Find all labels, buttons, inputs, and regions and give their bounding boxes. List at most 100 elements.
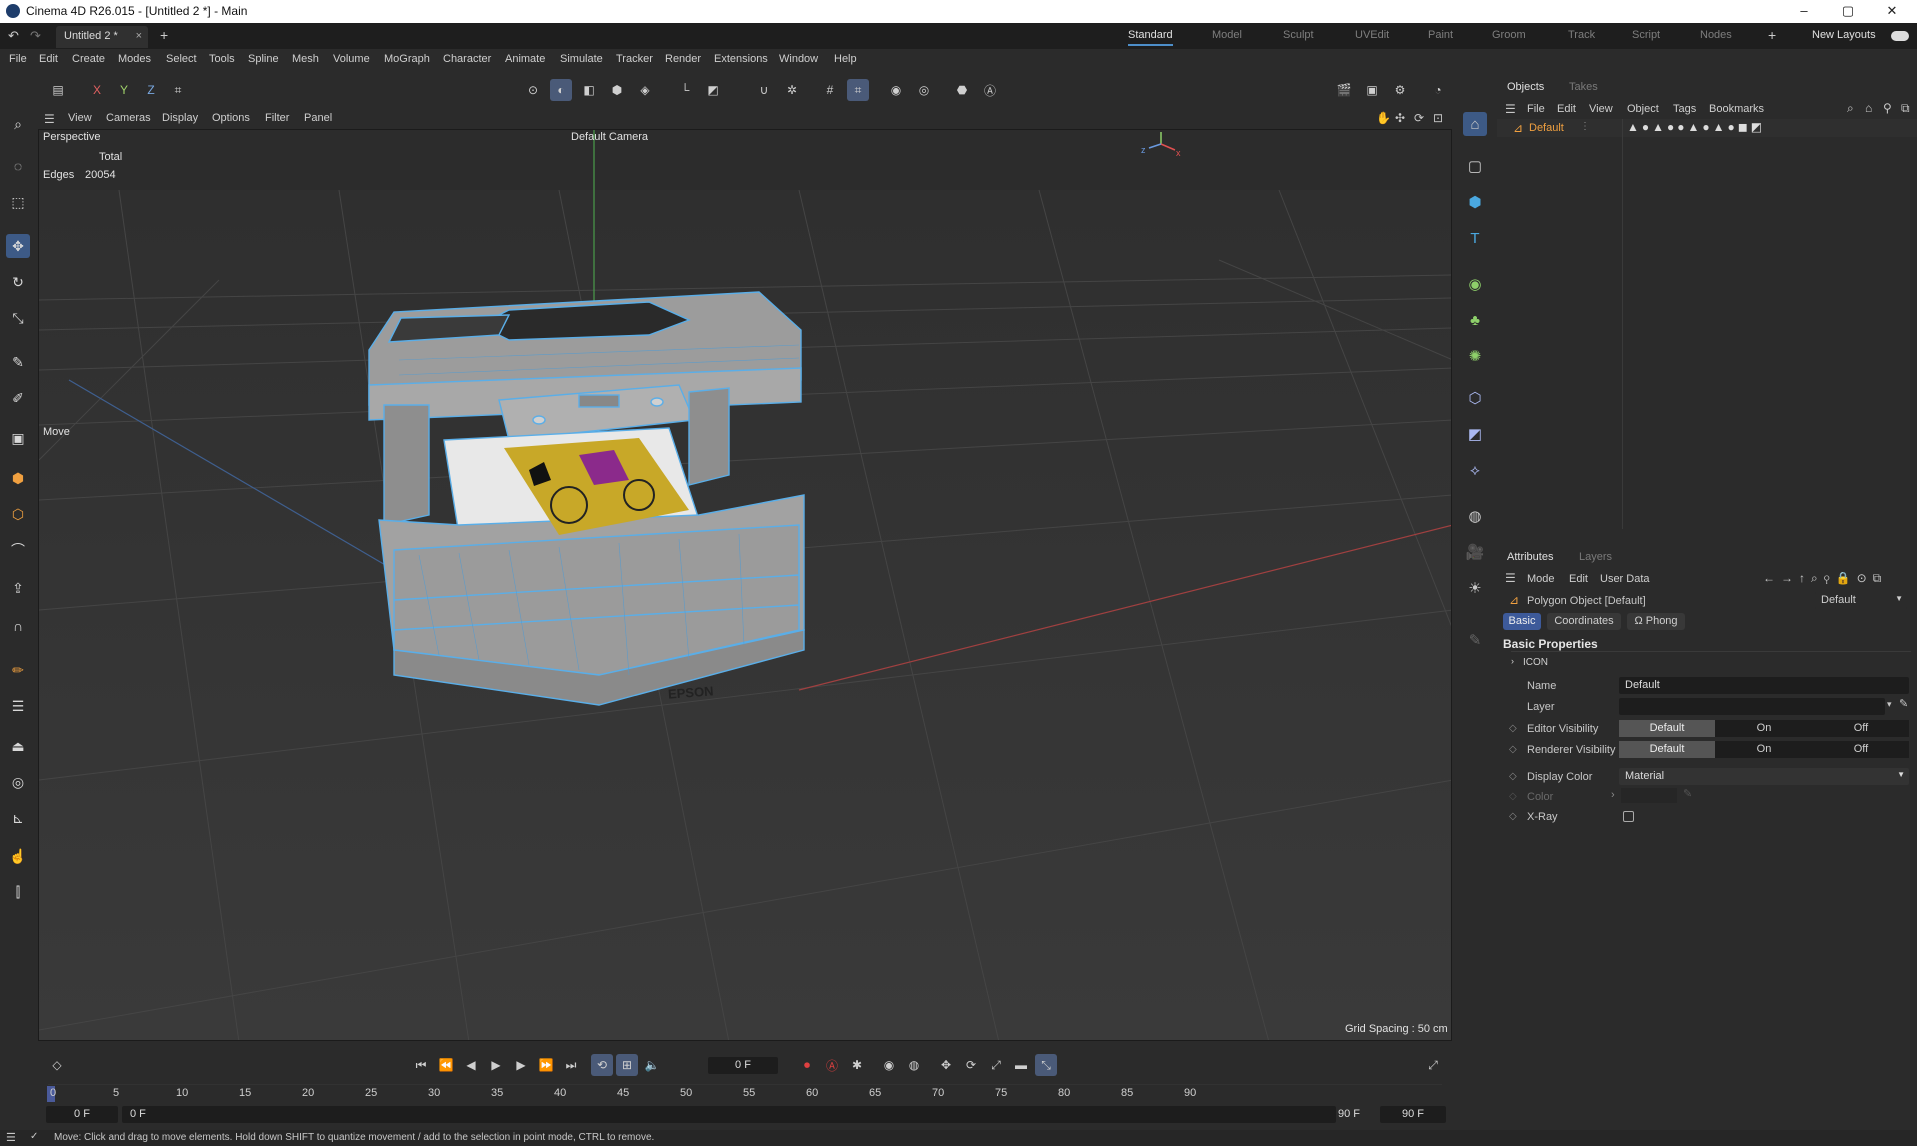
range-start-field[interactable]: 0 F (122, 1106, 1336, 1123)
camera-icon[interactable]: 🎥 (1463, 540, 1487, 564)
bevel-icon[interactable]: ⊾ (6, 806, 30, 830)
snap-settings-icon[interactable]: ✲ (781, 79, 803, 101)
axis-mode-icon[interactable]: └ (674, 79, 696, 101)
editor-visibility-off[interactable]: Off (1813, 720, 1909, 737)
previous-frame-icon[interactable]: ◀ (460, 1054, 482, 1076)
objects-new-window-icon[interactable]: ⧉ (1901, 101, 1910, 116)
menu-render[interactable]: Render (665, 53, 701, 65)
mesh-object-icon[interactable]: ⬡ (6, 502, 30, 526)
icon-group-label[interactable]: ICON (1523, 657, 1548, 668)
pan-view-icon[interactable]: ✋ (1376, 111, 1391, 125)
menu-tools[interactable]: Tools (209, 53, 235, 65)
attributes-nav-icons[interactable]: ←→↑⌕⚲🔒⊙⧉ (1763, 571, 1887, 586)
points-mode-icon[interactable]: ⊙ (522, 79, 544, 101)
objects-search-icon[interactable]: ⌕ (1847, 101, 1854, 116)
sound-icon[interactable]: 🔈 (641, 1054, 663, 1076)
redo-icon[interactable]: ↷ (30, 28, 41, 44)
layout-tab-model[interactable]: Model (1212, 29, 1242, 41)
object-row-default[interactable]: ⊿ Default ⋮ ▲●▲●●▲●▲●◼◩ (1497, 119, 1917, 137)
menu-select[interactable]: Select (166, 53, 197, 65)
menu-spline[interactable]: Spline (248, 53, 279, 65)
minimize-button[interactable]: – (1789, 2, 1819, 20)
tweak-mode-icon[interactable]: ◩ (702, 79, 724, 101)
attributes-menu-user-data[interactable]: User Data (1600, 573, 1650, 585)
soft-selection-icon[interactable]: ◎ (913, 79, 935, 101)
loop-icon[interactable]: ⟲ (591, 1054, 613, 1076)
snap-icon[interactable]: ∪ (753, 79, 775, 101)
live-selection-icon[interactable]: ◌ (6, 154, 30, 178)
grid-icon[interactable]: # (819, 79, 841, 101)
field-icon[interactable]: ◩ (1463, 422, 1487, 446)
auto-icon[interactable]: Ⓐ (979, 79, 1001, 101)
go-to-end-icon[interactable]: ⏭ (560, 1054, 582, 1076)
tab-untitled-2[interactable]: Untitled 2 * × (56, 26, 148, 48)
timeline-expand-icon[interactable]: ⤢ (1422, 1054, 1444, 1076)
layer-chevron-icon[interactable]: ▾ (1887, 699, 1892, 710)
layout-tab-track[interactable]: Track (1568, 29, 1595, 41)
xray-checkbox[interactable] (1623, 811, 1634, 822)
motion-record-icon[interactable]: ◉ (878, 1054, 900, 1076)
magnet-icon[interactable]: ∩ (6, 614, 30, 638)
layer-field[interactable] (1619, 698, 1885, 715)
camera-name[interactable]: Default Camera (571, 131, 648, 143)
knife-tool-icon[interactable]: ✎ (6, 350, 30, 374)
objects-filter-icon[interactable]: ⚲ (1883, 101, 1892, 115)
attributes-menu-mode[interactable]: Mode (1527, 573, 1555, 585)
lock-axis-icon[interactable]: ⬣ (951, 79, 973, 101)
expand-icon[interactable]: › (1511, 656, 1514, 666)
uv-mode-icon[interactable]: ◈ (634, 79, 656, 101)
workplane-icon[interactable]: ⌗ (847, 79, 869, 101)
coordinate-system-icon[interactable]: ⌗ (167, 79, 189, 101)
pen-tool-icon[interactable]: ✎ (1463, 628, 1487, 652)
move-along-normal-icon[interactable]: ☝ (6, 844, 30, 868)
rotate-view-icon[interactable]: ⟳ (1414, 111, 1424, 125)
attributes-hamburger-icon[interactable]: ☰ (1505, 571, 1516, 585)
layout-tab-groom[interactable]: Groom (1492, 29, 1526, 41)
viewport-menu-display[interactable]: Display (162, 112, 198, 124)
viewport-perspective[interactable]: x z Perspective Default Camera Total Edg… (38, 129, 1452, 1041)
go-to-start-icon[interactable]: ⏮ (410, 1054, 432, 1076)
menu-help[interactable]: Help (834, 53, 857, 65)
editor-visibility-default[interactable]: Default (1619, 720, 1715, 737)
renderer-visibility-off[interactable]: Off (1813, 741, 1909, 758)
model-mode-icon[interactable]: ◐ (550, 79, 572, 101)
objects-menu-file[interactable]: File (1527, 103, 1545, 115)
plane-object-icon[interactable]: ▢ (1463, 154, 1487, 178)
preset-dropdown[interactable]: Default ▼ (1815, 592, 1907, 609)
editor-visibility-key-icon[interactable]: ◇ (1509, 723, 1517, 734)
menu-edit[interactable]: Edit (39, 53, 58, 65)
menu-tracker[interactable]: Tracker (616, 53, 653, 65)
new-layouts-button[interactable]: New Layouts (1812, 29, 1876, 41)
layout-tab-nodes[interactable]: Nodes (1700, 29, 1732, 41)
tab-phong[interactable]: Ω Phong (1627, 613, 1685, 630)
menu-window[interactable]: Window (779, 53, 818, 65)
text-spline-icon[interactable]: T (1463, 226, 1487, 250)
material-tags-icon[interactable]: ▲●▲●●▲●▲●◼◩ (1627, 120, 1765, 134)
renderer-visibility-key-icon[interactable]: ◇ (1509, 744, 1517, 755)
y-axis-toggle[interactable]: Y (113, 79, 135, 101)
visibility-dots-icon[interactable]: ⋮ (1580, 121, 1590, 132)
extrude-icon[interactable]: ⇪ (6, 576, 30, 600)
objects-menu-tags[interactable]: Tags (1673, 103, 1696, 115)
editor-visibility-on[interactable]: On (1715, 720, 1813, 737)
tab-basic[interactable]: Basic (1503, 613, 1541, 630)
maximize-view-icon[interactable]: ⊡ (1433, 111, 1443, 125)
renderer-visibility-default[interactable]: Default (1619, 741, 1715, 758)
cloner-icon[interactable]: ♣ (1463, 308, 1487, 332)
render-settings-icon[interactable]: ⚙ (1389, 79, 1411, 101)
objects-menu-edit[interactable]: Edit (1557, 103, 1576, 115)
layer-picker-icon[interactable]: ✎ (1899, 697, 1908, 710)
tab-layers[interactable]: Layers (1579, 551, 1612, 563)
layout-tab-sculpt[interactable]: Sculpt (1283, 29, 1314, 41)
iron-icon[interactable]: ⏏ (6, 734, 30, 758)
next-frame-icon[interactable]: ▶ (510, 1054, 532, 1076)
current-frame-field[interactable]: 0 F (708, 1057, 778, 1074)
layout-tab-paint[interactable]: Paint (1428, 29, 1453, 41)
camera-object-icon[interactable]: ⌂ (1463, 112, 1487, 136)
objects-home-icon[interactable]: ⌂ (1865, 101, 1872, 115)
record-icon[interactable]: ⏺ (796, 1054, 818, 1076)
light-icon[interactable]: ☀ (1463, 576, 1487, 600)
add-layout-icon[interactable]: + (1768, 27, 1776, 43)
search-icon[interactable]: ⌕ (6, 112, 30, 136)
menu-character[interactable]: Character (443, 53, 491, 65)
